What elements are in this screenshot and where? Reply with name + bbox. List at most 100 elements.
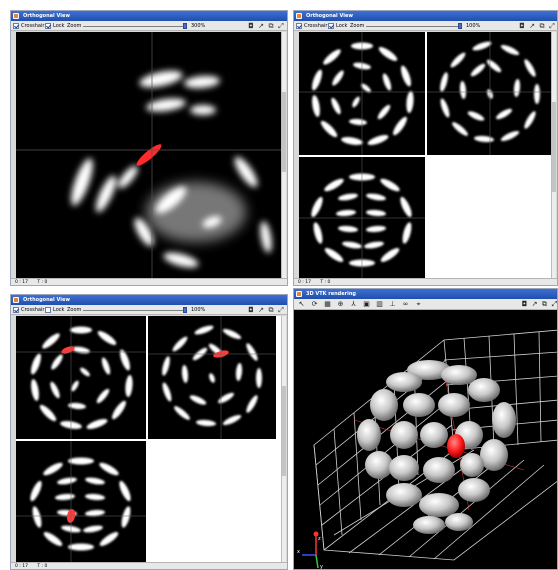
orthogonal-view-window-zoomed: Orthogonal View Crosshair Lock Zoom 300%…	[10, 10, 288, 286]
window-title: 3D VTK rendering	[306, 291, 356, 297]
vtk-3d-viewport[interactable]: z x y	[294, 310, 557, 569]
time-index: T : 0	[320, 280, 331, 285]
app-icon	[296, 291, 302, 297]
rotate-icon[interactable]: ⟳	[310, 300, 319, 309]
layout-icon[interactable]: ▥	[375, 300, 384, 309]
three-plane-viewport[interactable]	[16, 316, 282, 563]
svg-text:z: z	[318, 536, 321, 542]
grid-icon[interactable]: ▦	[323, 300, 332, 309]
resize-icon[interactable]: ⤢	[277, 22, 285, 30]
zoom-slider-track[interactable]	[366, 25, 462, 27]
window-title: Orthogonal View	[306, 13, 354, 19]
vtk-rendering-window: 3D VTK rendering ↖ ⟳ ▦ ⊕ ⅄ ▣ ▥ ⊥ ∞ ⌖ ◘ ↗…	[293, 288, 558, 570]
xy-plane[interactable]	[16, 316, 146, 439]
camera-icon[interactable]: ◘	[520, 300, 529, 309]
three-plane-image	[16, 316, 276, 563]
app-icon	[296, 13, 302, 19]
lock-checkbox[interactable]	[45, 307, 51, 313]
window-title: Orthogonal View	[23, 13, 71, 19]
scrollbar-thumb[interactable]	[282, 386, 286, 476]
camera-icon[interactable]: ◘	[247, 22, 255, 30]
ruler-icon[interactable]: ⊥	[388, 300, 397, 309]
window-titlebar[interactable]: 3D VTK rendering	[294, 289, 557, 299]
zoom-label: Zoom	[67, 23, 82, 29]
slice-index: 0 : 17	[15, 564, 28, 569]
resize-icon[interactable]: ⤢	[548, 22, 556, 30]
orientation-axes: z x y	[297, 531, 323, 570]
box-icon[interactable]: ▣	[362, 300, 371, 309]
crosshair-checkbox[interactable]	[13, 307, 19, 313]
zoom-slider-track[interactable]	[83, 25, 187, 27]
pointer-icon[interactable]: ↖	[297, 300, 306, 309]
vertical-scrollbar[interactable]	[281, 32, 286, 279]
orthogonal-view-window: Orthogonal View Crosshair Lock Zoom 100%…	[293, 10, 558, 286]
zoom-value: 100%	[466, 23, 481, 29]
time-index: T : 0	[37, 564, 48, 569]
scrollbar-thumb[interactable]	[552, 102, 556, 192]
view-toolbar: Crosshair Lock Zoom 100% ◘ ↗ ⧉ ⤢	[294, 21, 557, 31]
svg-text:x: x	[297, 549, 300, 555]
window-titlebar[interactable]: Orthogonal View	[11, 295, 287, 305]
camera-icon[interactable]: ◘	[247, 306, 255, 314]
crosshair-label: Crosshair	[304, 23, 328, 29]
link-icon[interactable]: ∞	[401, 300, 410, 309]
vtk-toolbar: ↖ ⟳ ▦ ⊕ ⅄ ▣ ▥ ⊥ ∞ ⌖ ◘ ↗ ⧉ ⤢	[294, 299, 557, 310]
slice-index: 0 : 17	[15, 280, 28, 285]
selected-cell-3d[interactable]	[447, 434, 465, 458]
lock-label: Lock	[53, 23, 65, 29]
pointer-icon[interactable]: ↗	[257, 22, 265, 30]
zoom-slider-thumb[interactable]	[183, 23, 187, 29]
status-bar: 0 : 17 T : 0	[11, 278, 287, 285]
svg-text:y: y	[320, 564, 323, 570]
crosshair-label: Crosshair	[21, 23, 45, 29]
slice-index: 0 : 17	[298, 280, 311, 285]
resize-icon[interactable]: ⤢	[550, 300, 557, 309]
zoom-value: 100%	[191, 307, 206, 313]
status-bar: 0 : 17 T : 0	[11, 562, 287, 569]
view-toolbar: Crosshair Lock Zoom 300% ◘ ↗ ⧉ ⤢	[11, 21, 287, 31]
app-icon	[13, 297, 19, 303]
zoom-label: Zoom	[67, 307, 82, 313]
slice-viewport[interactable]	[16, 32, 282, 279]
lock-label: Lock	[53, 307, 65, 313]
zoom-slider-thumb[interactable]	[458, 23, 462, 29]
cell-surfaces	[357, 360, 516, 534]
crosshair-checkbox[interactable]	[296, 23, 302, 29]
copy-icon[interactable]: ⧉	[267, 22, 275, 30]
time-index: T : 0	[37, 280, 48, 285]
copy-icon[interactable]: ⧉	[538, 22, 546, 30]
zoom-slider-track[interactable]	[83, 309, 187, 311]
three-plane-image	[299, 32, 553, 279]
three-plane-viewport[interactable]	[299, 32, 553, 279]
window-titlebar[interactable]: Orthogonal View	[11, 11, 287, 21]
vertical-scrollbar[interactable]	[551, 32, 556, 279]
vertical-scrollbar[interactable]	[281, 316, 286, 563]
crosshair-checkbox[interactable]	[13, 23, 19, 29]
pointer-icon[interactable]: ↗	[530, 300, 539, 309]
zoom-label: Zoom	[350, 23, 365, 29]
lock-checkbox[interactable]	[45, 23, 51, 29]
crosshair-label: Crosshair	[21, 307, 45, 313]
copy-icon[interactable]: ⧉	[267, 306, 275, 314]
selected-cell-highlight[interactable]	[134, 142, 164, 169]
app-icon	[13, 13, 19, 19]
orthogonal-view-window-selection: Orthogonal View Crosshair Lock Zoom 100%…	[10, 294, 288, 570]
settings-icon[interactable]: ⌖	[414, 300, 423, 309]
pointer-icon[interactable]: ↗	[528, 22, 536, 30]
resize-icon[interactable]: ⤢	[277, 306, 285, 314]
camera-icon[interactable]: ◘	[518, 22, 526, 30]
zoom-icon[interactable]: ⊕	[336, 300, 345, 309]
window-titlebar[interactable]: Orthogonal View	[294, 11, 557, 21]
status-bar: 0 : 17 T : 0	[294, 278, 557, 285]
view-toolbar: Crosshair Lock Zoom 100% ◘ ↗ ⧉ ⤢	[11, 305, 287, 315]
pointer-icon[interactable]: ↗	[257, 306, 265, 314]
lock-checkbox[interactable]	[328, 23, 334, 29]
slice-image	[16, 32, 282, 279]
vtk-3d-scene: z x y	[297, 329, 557, 570]
copy-icon[interactable]: ⧉	[540, 300, 549, 309]
window-title: Orthogonal View	[23, 297, 71, 303]
axes-icon[interactable]: ⅄	[349, 300, 358, 309]
lock-label: Lock	[336, 23, 348, 29]
scrollbar-thumb[interactable]	[282, 92, 286, 172]
zoom-slider-thumb[interactable]	[183, 307, 187, 313]
